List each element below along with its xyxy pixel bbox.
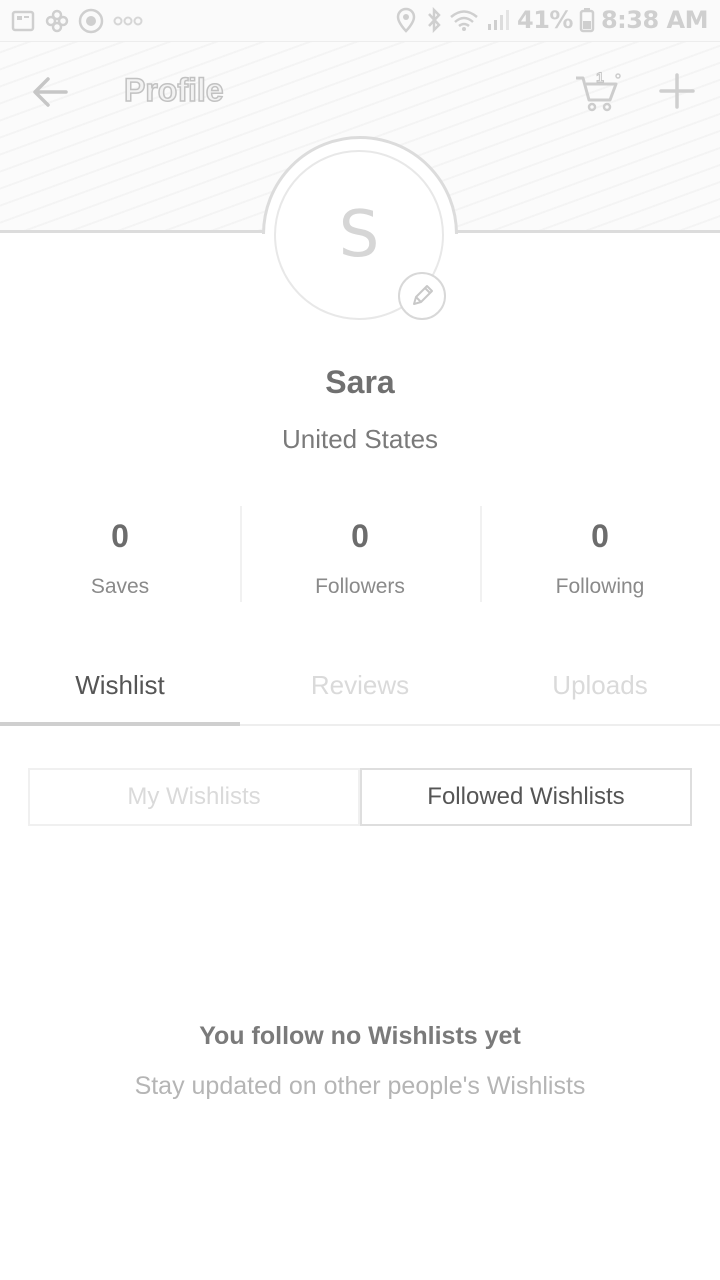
cart-button[interactable]: 1 (572, 68, 624, 114)
header-divider-right (456, 230, 720, 233)
cart-badge: 1 (596, 69, 604, 85)
stat-label: Saves (90, 575, 150, 598)
back-button[interactable] (28, 72, 72, 112)
status-time: 8:38 AM (600, 6, 709, 34)
wishlist-segmented-control: My Wishlists Followed Wishlists (28, 768, 692, 826)
edit-avatar-button[interactable] (398, 272, 446, 320)
empty-state-subtitle: Stay updated on other people's Wishlists (134, 1072, 586, 1100)
page-title: Profile (123, 71, 224, 109)
avatar-initial: S (338, 198, 380, 272)
stat-saves[interactable]: 0 Saves (0, 506, 240, 606)
location-icon (393, 7, 419, 33)
stat-following[interactable]: 0 Following (480, 506, 720, 606)
record-notification-icon (78, 8, 104, 34)
segment-followed-wishlists[interactable]: Followed Wishlists (360, 768, 692, 826)
battery-percent: 41% (517, 6, 573, 34)
stat-value: 0 (591, 518, 609, 554)
more-dots-icon (112, 8, 144, 34)
bluetooth-icon (425, 7, 443, 33)
empty-state-title: You follow no Wishlists yet (199, 1022, 521, 1050)
stat-value: 0 (351, 518, 369, 554)
back-arrow-icon (33, 77, 68, 107)
status-left-icons (10, 8, 144, 34)
flower-notification-icon (44, 8, 70, 34)
status-bar: 41% 8:38 AM (0, 0, 720, 42)
stat-label: Followers (315, 575, 405, 598)
header-divider-left (0, 230, 264, 233)
profile-stats: 0 Saves 0 Followers 0 Following (0, 506, 720, 606)
tab-reviews[interactable]: Reviews (240, 654, 480, 724)
user-name: Sara (325, 364, 395, 400)
tab-wishlist[interactable]: Wishlist (0, 654, 240, 726)
wifi-icon (449, 7, 479, 33)
battery-icon (579, 7, 595, 33)
image-notification-icon (10, 8, 36, 34)
cart-icon: 1 (576, 69, 621, 112)
segment-my-wishlists[interactable]: My Wishlists (28, 768, 360, 826)
status-right-icons: 41% 8:38 AM (393, 6, 709, 34)
signal-icon (485, 7, 511, 33)
pencil-icon (413, 285, 433, 305)
profile-tabs: Wishlist Reviews Uploads (0, 654, 720, 726)
profile-screen: 41% 8:38 AM Profile 1 S Sara United Stat… (0, 0, 720, 1280)
stat-label: Following (555, 575, 645, 598)
add-button[interactable] (654, 68, 700, 114)
user-location: United States (281, 424, 439, 454)
plus-icon (659, 73, 695, 109)
stat-followers[interactable]: 0 Followers (240, 506, 480, 606)
stat-value: 0 (111, 518, 129, 554)
tab-uploads[interactable]: Uploads (480, 654, 720, 724)
